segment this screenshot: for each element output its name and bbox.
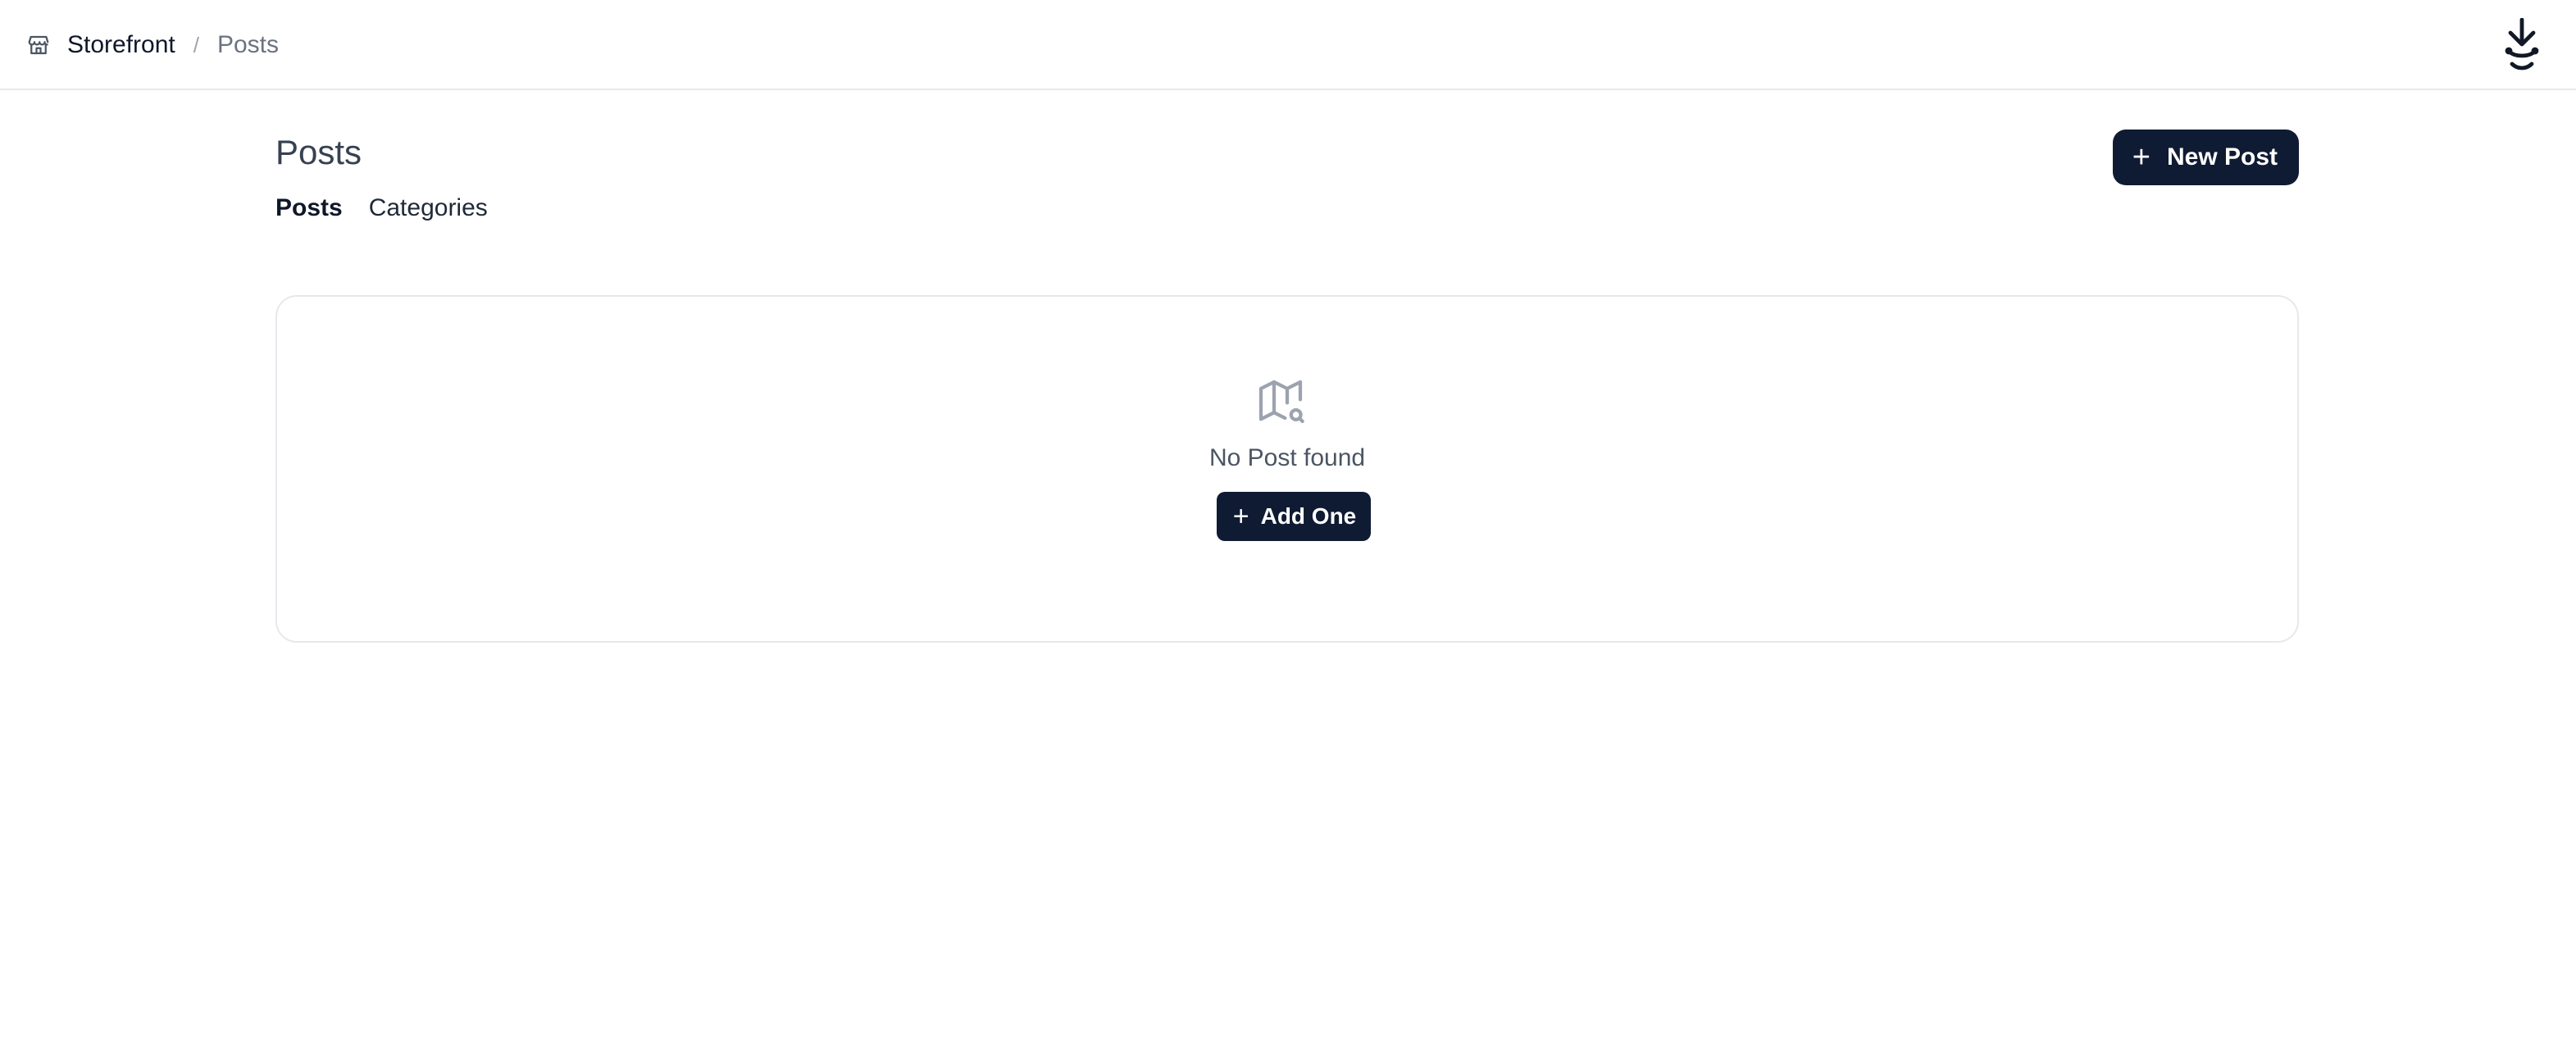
plus-icon: + <box>2132 140 2150 175</box>
breadcrumb: Storefront / Posts <box>25 0 279 90</box>
breadcrumb-current: Posts <box>216 31 279 58</box>
add-one-label: Add One <box>1260 503 1357 529</box>
breadcrumb-store-link[interactable]: Storefront <box>67 31 175 59</box>
tab-posts[interactable]: Posts <box>275 194 343 222</box>
empty-state-card: No Post found + Add One <box>275 295 2299 643</box>
empty-state-message: No Post found <box>1208 444 1366 471</box>
breadcrumb-separator: / <box>193 32 199 57</box>
map-search-icon <box>1254 375 1307 428</box>
tab-categories[interactable]: Categories <box>369 194 488 222</box>
tabs: Posts Categories <box>275 182 2299 234</box>
store-icon[interactable] <box>25 31 52 59</box>
main-content: Posts + New Post Posts Categories No Pos… <box>275 90 2299 643</box>
new-post-label: New Post <box>2166 143 2278 171</box>
page-title: Posts <box>275 133 362 171</box>
new-post-button[interactable]: + New Post <box>2112 130 2299 185</box>
empty-state: No Post found + Add One <box>277 375 2297 541</box>
app-logo[interactable] <box>2501 17 2543 72</box>
top-bar: Storefront / Posts <box>0 0 2576 90</box>
add-one-button[interactable]: + Add One <box>1216 492 1372 541</box>
plus-icon: + <box>1232 501 1249 532</box>
